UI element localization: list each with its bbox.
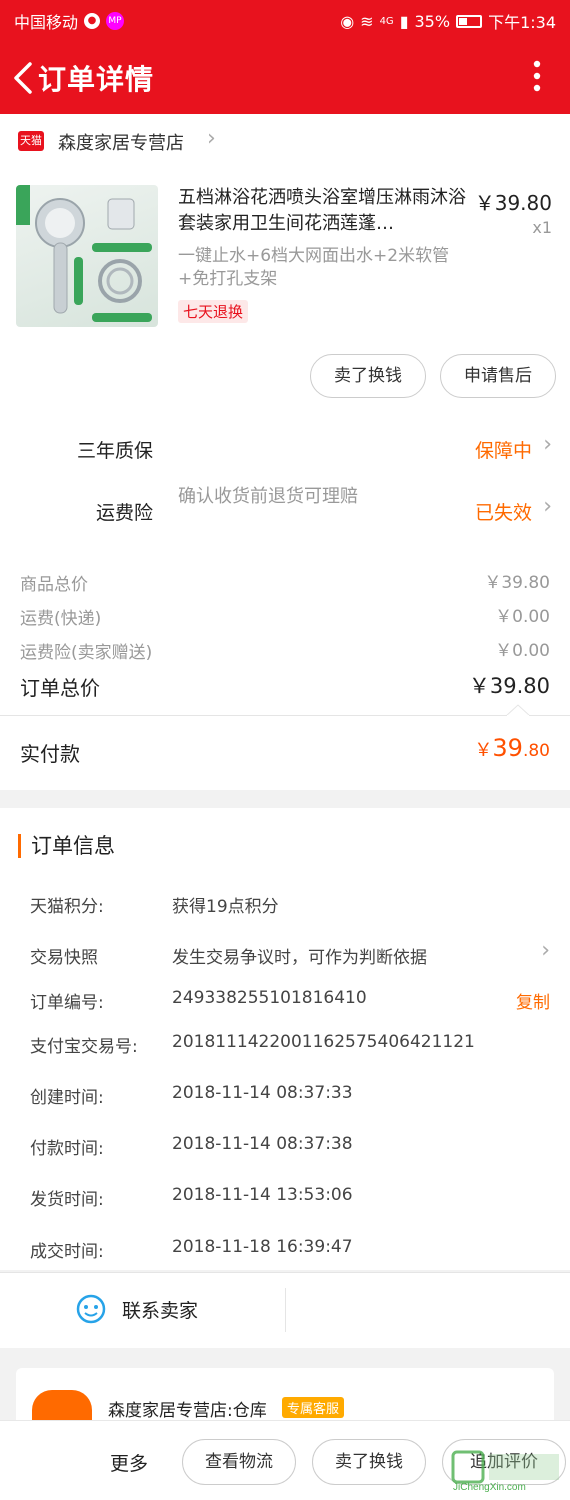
price-value: ￥39.80 — [484, 573, 550, 593]
chevron-right-icon: › — [207, 126, 216, 151]
info-key: 支付宝交易号: — [30, 1037, 138, 1057]
info-value: 2018-11-18 16:39:47 — [172, 1237, 353, 1257]
price-label: 运费险(卖家赠送) — [20, 643, 153, 663]
info-value: 获得19点积分 — [172, 897, 279, 917]
info-key: 成交时间: — [30, 1242, 104, 1262]
order-info-section: 订单信息 天猫积分: 获得19点积分 交易快照 发生交易争议时，可作为判断依据 … — [0, 808, 570, 1270]
nav-bar: 订单详情 — [0, 44, 570, 110]
copy-order-id-button[interactable]: 复制 — [516, 988, 550, 1013]
more-vertical-icon[interactable] — [532, 58, 542, 94]
price-label: 运费(快递) — [20, 609, 102, 629]
view-logistics-button[interactable]: 查看物流 — [182, 1439, 296, 1485]
shop-card[interactable]: 森度家居专营店:仓库 专属客服 — [16, 1368, 554, 1430]
exclusive-service-badge: 专属客服 — [282, 1397, 345, 1418]
caret-up-icon — [506, 704, 530, 716]
order-total-label: 订单总价 — [20, 676, 100, 700]
contact-seller-button[interactable]: 联系卖家 — [122, 1296, 198, 1323]
clock: 下午1:34 — [488, 13, 556, 32]
divider — [0, 1272, 570, 1273]
chevron-right-icon: › — [543, 432, 552, 457]
info-value[interactable]: 发生交易争议时，可作为判断依据 — [172, 943, 427, 968]
freight-insurance-status[interactable]: 已失效 — [475, 498, 532, 525]
watermark-logo: JiChengXin.com — [449, 1450, 564, 1496]
product-quantity: x1 — [532, 218, 552, 237]
mp-app-icon: MP — [106, 12, 125, 30]
battery-icon — [456, 14, 483, 28]
price-label: 商品总价 — [20, 575, 88, 595]
product-title[interactable]: 五档淋浴花洒喷头浴室增压淋雨沐浴套装家用卫生间花洒莲蓬… — [178, 185, 468, 237]
battery-percent: 35% — [414, 11, 451, 31]
order-info-heading: 订单信息 — [18, 834, 115, 858]
divider — [0, 715, 570, 716]
shop-card-name: 森度家居专营店:仓库 — [108, 1401, 267, 1421]
warranty-status[interactable]: 保障中 — [475, 436, 532, 463]
order-total-value: ￥39.80 — [468, 674, 550, 698]
after-sale-button[interactable]: 申请售后 — [440, 354, 556, 398]
info-key: 天猫积分: — [30, 897, 104, 917]
product-sku: 一键止水+6档大网面出水+2米软管+免打孔支架 — [178, 246, 450, 289]
warranty-label: 三年质保 — [77, 440, 154, 462]
price-value: ￥0.00 — [495, 641, 550, 661]
info-key: 发货时间: — [30, 1190, 104, 1210]
guarantee-section: 三年质保 保障中 › 运费险 确认收货前退货可理赔 已失效 › — [0, 400, 570, 550]
shower-head-illustration — [16, 185, 152, 322]
info-key: 订单编号: — [30, 993, 104, 1013]
back-arrow-icon[interactable] — [10, 60, 38, 96]
paid-amount-value: ￥39.80 — [474, 734, 550, 762]
page-title: 订单详情 — [38, 63, 155, 96]
carrier-label: 中国移动 — [14, 13, 79, 32]
store-row[interactable]: 天猫 森度家居专营店 › — [0, 114, 570, 168]
info-value: 2018-11-14 13:53:06 — [172, 1185, 353, 1205]
header: 中国移动 ● MP ◉ ≋ 4G ▮ 35% 下午1:34 订单详情 — [0, 0, 570, 114]
product-price: ￥39.80 — [474, 191, 552, 215]
paid-amount-label: 实付款 — [20, 742, 80, 766]
price-value: ￥0.00 — [495, 607, 550, 627]
network-label: 4G — [379, 15, 394, 27]
status-bar: 中国移动 ● MP ◉ ≋ 4G ▮ 35% 下午1:34 — [0, 0, 570, 40]
info-key[interactable]: 交易快照 — [30, 943, 98, 968]
product-image[interactable] — [16, 185, 158, 327]
chevron-right-icon[interactable]: › — [541, 938, 550, 963]
freight-insurance-label: 运费险 — [96, 502, 154, 524]
freight-insurance-desc: 确认收货前退货可理赔 — [178, 486, 358, 507]
chat-smile-icon[interactable] — [76, 1294, 106, 1324]
store-name[interactable]: 森度家居专营店 — [58, 129, 184, 155]
info-value: 2018-11-14 08:37:33 — [172, 1083, 353, 1103]
watermark-text: JiChengXin.com — [453, 1482, 526, 1493]
signal-icon: ▮ — [399, 11, 409, 31]
eye-icon: ◉ — [340, 11, 355, 31]
resell-button[interactable]: 卖了换钱 — [312, 1439, 426, 1485]
info-value: 2018111422001162575406421121 — [172, 1032, 475, 1052]
divider — [285, 1288, 286, 1332]
chevron-right-icon: › — [543, 494, 552, 519]
resell-button[interactable]: 卖了换钱 — [310, 354, 426, 398]
return-policy-badge: 七天退换 — [178, 300, 249, 323]
price-summary: 商品总价 ￥39.80 运费(快递) ￥0.00 运费险(卖家赠送) ￥0.00… — [0, 550, 570, 790]
product-card: 五档淋浴花洒喷头浴室增压淋雨沐浴套装家用卫生间花洒莲蓬… ￥39.80 x1 一… — [0, 168, 570, 400]
contact-bar: 联系卖家 — [0, 1272, 570, 1348]
more-button[interactable]: 更多 — [110, 1449, 148, 1476]
tmall-icon: 天猫 — [18, 131, 44, 151]
notification-icon: ● — [84, 13, 101, 29]
info-value: 249338255101816410 — [172, 988, 367, 1008]
info-key: 付款时间: — [30, 1139, 104, 1159]
wifi-icon: ≋ — [360, 11, 374, 31]
info-value: 2018-11-14 08:37:38 — [172, 1134, 353, 1154]
info-key: 创建时间: — [30, 1088, 104, 1108]
